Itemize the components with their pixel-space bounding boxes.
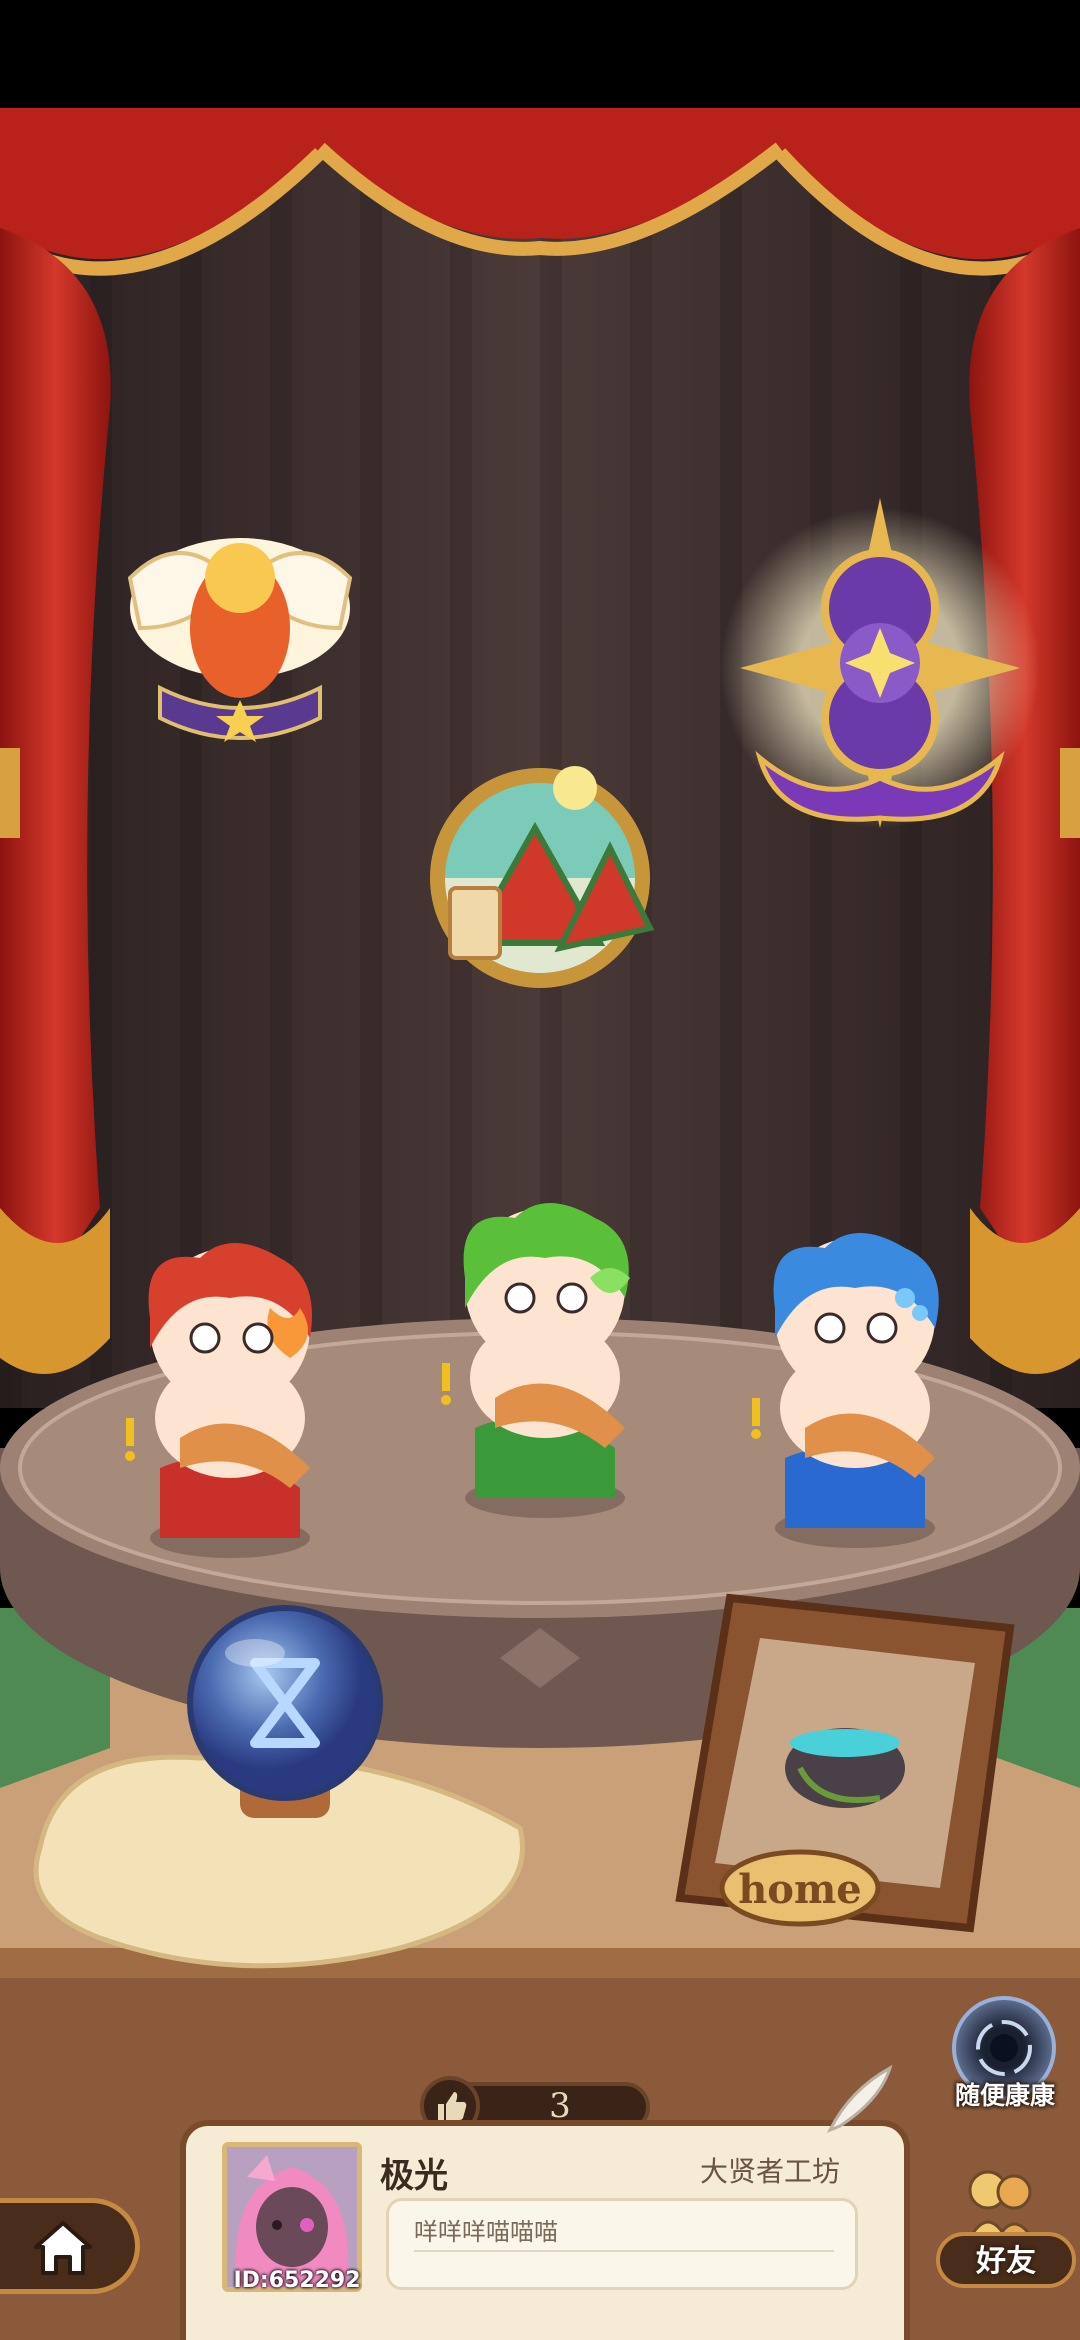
home-button[interactable] [0, 2198, 140, 2294]
workshop-title: 大贤者工坊 [700, 2155, 841, 2188]
player-message: 咩咩咩喵喵喵 [414, 2218, 558, 2246]
friends-label: 好友 [976, 2244, 1036, 2279]
winged-torch-badge[interactable] [127, 538, 353, 742]
message-divider [414, 2250, 834, 2252]
stage-scene: home [0, 108, 1080, 2340]
player-name: 极光 [380, 2156, 448, 2196]
friends-icon [950, 2160, 1050, 2240]
home-photo-frame[interactable]: home [675, 1593, 1015, 1933]
random-visit-label: 随便康康 [954, 2081, 1055, 2110]
player-id: ID:652292 [233, 2268, 361, 2293]
svg-text:home: home [738, 1866, 862, 1913]
quill-icon [820, 2060, 900, 2140]
house-icon [34, 2221, 92, 2275]
avatar-portrait [227, 2147, 357, 2287]
